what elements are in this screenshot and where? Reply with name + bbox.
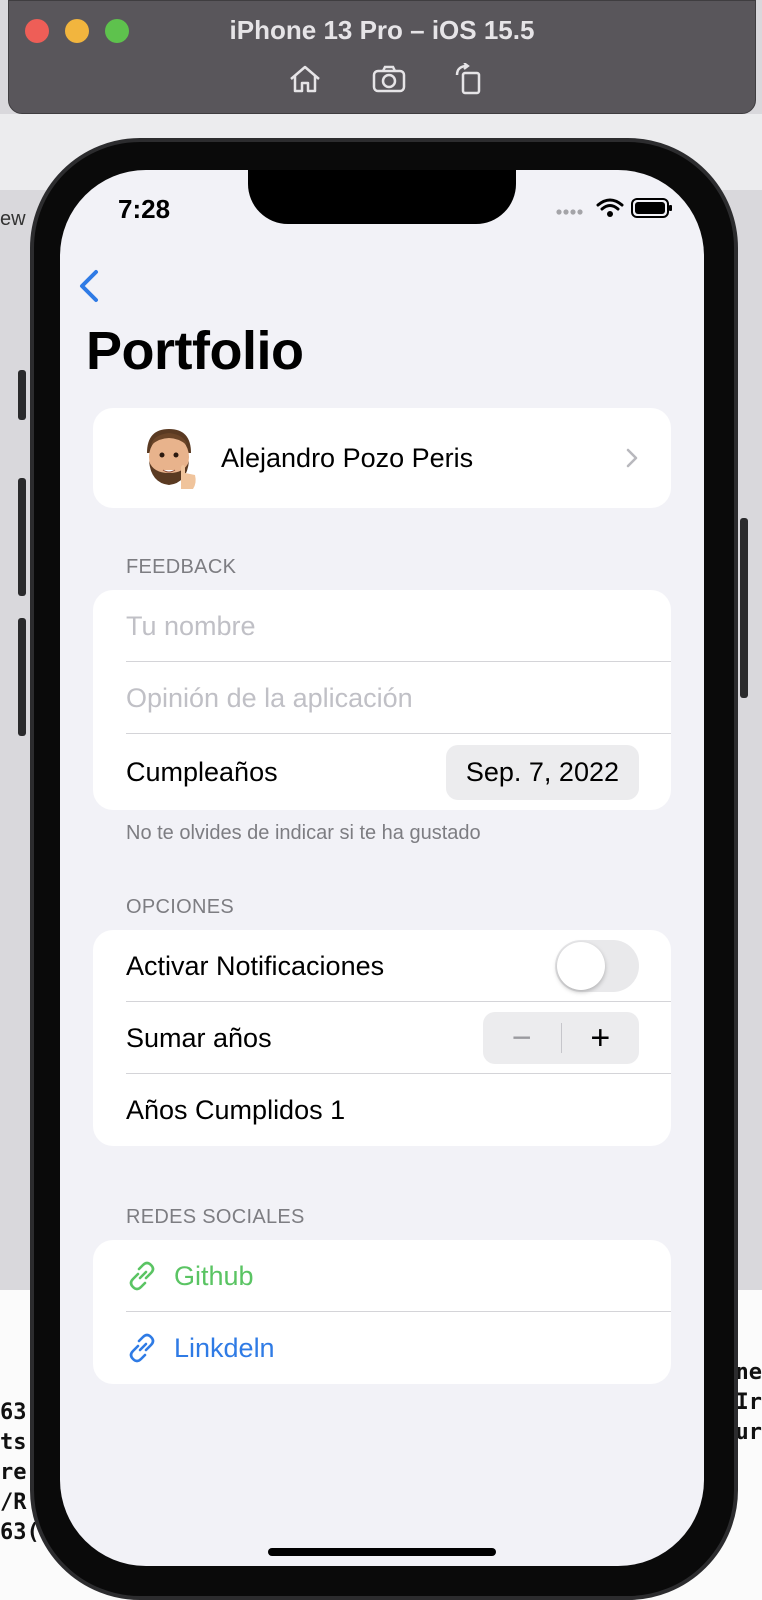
years-stepper: − + [483,1012,639,1064]
rotate-icon[interactable] [451,63,487,95]
birthday-row: Cumpleaños Sep. 7, 2022 [93,734,671,810]
profile-card[interactable]: Alejandro Pozo Peris [93,408,671,508]
signal-dots-icon [556,209,583,215]
profile-row[interactable]: Alejandro Pozo Peris [93,408,671,508]
name-field[interactable]: Tu nombre [93,590,671,662]
toggle-knob [557,942,605,990]
years-count-row: Años Cumplidos 1 [93,1074,671,1146]
wifi-dot [607,211,613,217]
notifications-label: Activar Notificaciones [126,950,385,981]
section-header-social: REDES SOCIALES [126,1206,305,1228]
stepper-minus-button[interactable]: − [483,1012,561,1064]
years-count-text: Años Cumplidos 1 [126,1094,346,1125]
github-link-label: Github [174,1260,254,1291]
chevron-right-icon [626,448,638,468]
opinion-field-placeholder: Opinión de la aplicación [126,682,413,713]
notifications-toggle[interactable] [555,940,639,992]
page-title: Portfolio [86,321,304,381]
screenshot-icon[interactable] [371,63,407,95]
link-icon [129,1261,155,1291]
feedback-footer: No te olvides de indicar si te ha gustad… [126,822,481,844]
volume-down-button [18,618,26,736]
options-card: Activar Notificaciones Sumar años − + Añ… [93,930,671,1146]
section-header-feedback: FEEDBACK [126,556,237,578]
simulator-title: iPhone 13 Pro – iOS 15.5 [229,15,535,45]
status-time: 7:28 [118,194,171,224]
phone-screen: 7:28 Portfolio Alejandro Pozo Peris FEED… [60,170,704,1566]
notch [248,170,516,224]
birthday-label: Cumpleaños [126,756,278,787]
github-link[interactable]: Github [93,1240,671,1312]
battery-icon [631,198,672,218]
notifications-row: Activar Notificaciones [93,930,671,1002]
console-line: 63( [0,1520,40,1545]
memoji-avatar [147,429,196,489]
linkedin-link[interactable]: Linkdeln [93,1312,671,1384]
linkedin-link-label: Linkdeln [174,1332,275,1363]
birthday-date-picker[interactable]: Sep. 7, 2022 [445,744,639,800]
name-field-placeholder: Tu nombre [126,610,256,641]
home-icon[interactable] [287,63,323,95]
feedback-card: Tu nombre Opinión de la aplicación Cumpl… [93,590,671,810]
status-bar-icons [556,198,672,218]
volume-button [18,370,26,420]
chevron-left-icon[interactable] [74,266,104,306]
link-icon [129,1333,155,1363]
power-button [740,518,748,698]
simulator-title-bar: iPhone 13 Pro – iOS 15.5 [8,0,756,114]
add-years-row: Sumar años − + [93,1002,671,1074]
profile-name: Alejandro Pozo Peris [221,442,474,473]
desktop-side-text: ew [0,208,26,230]
volume-up-button [18,478,26,596]
social-card: Github Linkdeln [93,1240,671,1384]
stepper-plus-button[interactable]: + [562,1012,640,1064]
add-years-label: Sumar años [126,1022,272,1053]
home-indicator[interactable] [268,1548,496,1556]
wifi-icon [596,198,624,211]
opinion-field[interactable]: Opinión de la aplicación [93,662,671,734]
section-header-options: OPCIONES [126,896,234,918]
